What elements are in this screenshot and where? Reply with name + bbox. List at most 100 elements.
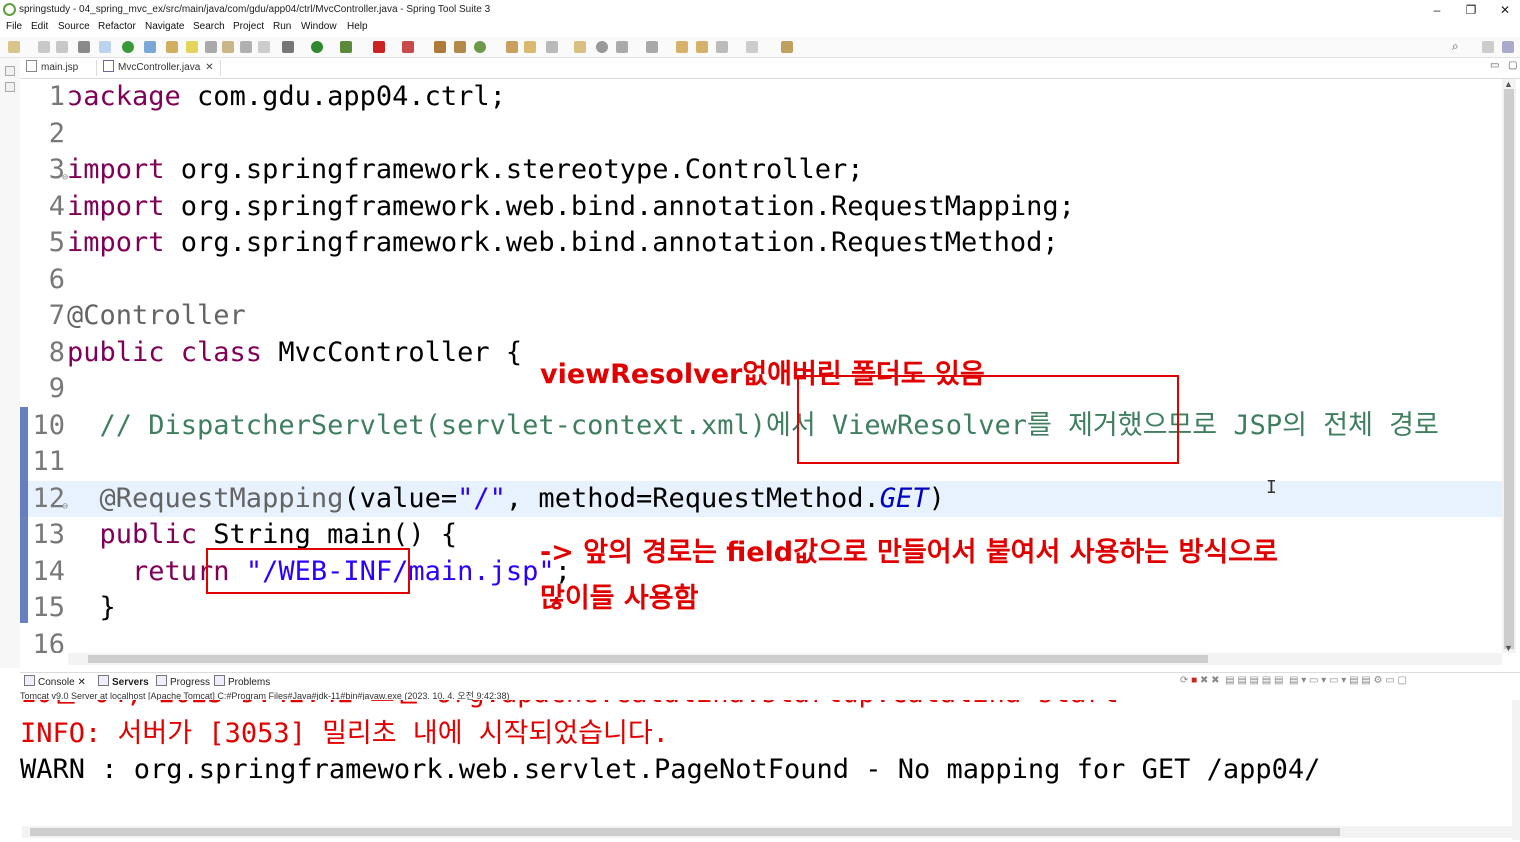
console-output[interactable]: 10월 04, 2023 9:42:42 오전 org.apache.catal… [20,700,1512,825]
new-icon[interactable] [8,41,20,53]
menu-run[interactable]: Run [273,21,291,32]
pilcrow-icon[interactable] [258,41,270,53]
code-token: org.springframework.web.bind.annotation.… [164,190,1075,222]
editor-horizontal-scrollbar[interactable] [68,653,1502,665]
new-class-icon[interactable] [474,41,486,53]
console-toolbar-icons[interactable]: ⟳ ■ ✖ ✖ ▤ ▤ ▤ ▤ ▤ ▤ ▾ ▭ ▾ ▭ ▾ ▤ ▤ ⚙ ▭ ▢ [1180,675,1407,686]
editor-tabs: main.jsp MvcController.java ✕ ▭ ▢ [20,58,1520,79]
search-tool-icon[interactable] [546,41,558,53]
window-title: springstudy - 04_spring_mvc_ex/src/main/… [19,4,491,15]
new-package-icon[interactable] [454,41,466,53]
code-text: ɔackage com.gdu.app04.ctrl; [67,79,506,115]
code-token: org.springframework.stereotype.Controlle… [164,154,864,185]
spring-app-icon [3,3,16,16]
code-text: } [67,590,116,626]
spring-boot-icon[interactable] [122,41,134,53]
code-token: GET [879,482,929,514]
console-line-info: INFO: 서버가 [3053] 밀리초 내에 시작되었습니다. [20,718,669,749]
close-tab-icon[interactable]: ✕ [205,62,213,73]
save-all-icon[interactable] [56,41,68,53]
terminal-icon[interactable] [78,41,90,53]
open-perspective-icon[interactable] [781,41,793,53]
maximize-button[interactable]: ❐ [1456,1,1486,19]
search-icon[interactable]: ⌕ [1452,39,1464,53]
editor-vertical-scrollbar[interactable]: ▲ ▼ [1502,79,1516,653]
perspective-spring-icon[interactable] [1502,41,1514,53]
skip-breakpoints-icon[interactable] [99,41,111,53]
open-type-icon[interactable] [166,41,178,53]
menu-search[interactable]: Search [193,21,225,32]
line-number: 11 [32,446,65,477]
format-icon[interactable] [240,41,252,53]
menu-navigate[interactable]: Navigate [145,21,184,32]
menu-project[interactable]: Project [233,21,264,32]
progress-icon [156,675,167,686]
tab-servers[interactable]: Servers [98,675,149,688]
console-horizontal-scrollbar[interactable] [22,826,1512,838]
problems-icon [214,675,225,686]
scrollbar-thumb[interactable] [1504,89,1514,649]
scrollbar-thumb[interactable] [88,655,1208,663]
open-folder-icon[interactable] [524,41,536,53]
scrollbar-thumb[interactable] [30,828,1340,836]
console-icon [24,675,35,686]
line-number: 2 [48,117,65,149]
debug-icon[interactable] [282,41,294,53]
mark-occurrences-icon[interactable] [186,41,198,53]
refresh-icon[interactable] [144,41,156,53]
task-icon[interactable] [574,41,586,53]
line-number: 4 [48,190,65,222]
tab-label: MvcController.java [118,62,201,73]
pin-icon[interactable] [696,41,708,53]
run-icon[interactable] [311,41,323,53]
tab-console[interactable]: Console ✕ [24,675,86,688]
scroll-up-icon[interactable]: ▲ [1504,79,1513,89]
forward-icon[interactable] [746,41,758,53]
open-project-icon[interactable] [506,41,518,53]
package-explorer-icon[interactable] [5,66,15,76]
back-icon[interactable] [716,41,728,53]
java-file-icon [103,60,114,72]
line-number: 14 [32,555,65,587]
block-select-icon[interactable] [205,41,217,53]
perspective-java-icon[interactable] [1482,41,1494,53]
code-text: @Controller [67,298,246,334]
external-tools-icon[interactable] [402,41,414,53]
close-button[interactable]: ✕ [1490,1,1520,19]
prev-annotation-icon[interactable] [646,41,658,53]
annotation-note-path-line1: -> 앞의 경로는 field값으로 만들어서 붙여서 사용하는 방식으로 [540,537,1278,568]
minimize-button[interactable]: – [1422,1,1452,19]
last-edit-icon[interactable] [676,41,688,53]
file-icon [26,60,37,72]
menu-edit[interactable]: Edit [31,21,48,32]
tab-problems[interactable]: Problems [214,675,270,688]
maximize-editor-icon[interactable]: ▢ [1508,60,1517,71]
code-token: import [67,190,165,222]
console-line-warn: WARN : org.springframework.web.servlet.P… [20,754,1321,785]
tab-main-jsp[interactable]: main.jsp [26,60,78,76]
title-bar: springstudy - 04_spring_mvc_ex/src/main/… [0,0,1520,20]
next-annotation-icon[interactable] [616,41,628,53]
menu-refactor[interactable]: Refactor [98,21,136,32]
new-java-project-icon[interactable] [434,41,446,53]
stop-icon[interactable] [373,41,385,53]
tab-mvccontroller-java[interactable]: MvcController.java ✕ [96,60,221,76]
console-vertical-scrollbar[interactable] [1512,700,1520,840]
menu-source[interactable]: Source [58,21,90,32]
minimize-editor-icon[interactable]: ▭ [1490,60,1499,71]
coverage-icon[interactable] [340,41,352,53]
annotation-note-viewresolver: viewResolver없애버린 폴더도 있음 [540,359,985,390]
code-token: public class [67,336,263,368]
save-icon[interactable] [38,41,50,53]
menu-help[interactable]: Help [347,21,368,32]
line-number: 10 [32,409,65,441]
code-text: @RequestMapping(value="/", method=Reques… [67,481,945,517]
show-whitespace-icon[interactable] [222,41,234,53]
outline-icon[interactable] [5,82,15,92]
menu-window[interactable]: Window [301,21,337,32]
scroll-down-icon[interactable]: ▼ [1504,643,1513,653]
tab-progress[interactable]: Progress [156,675,210,688]
globe-icon[interactable] [596,41,608,53]
menu-file[interactable]: File [6,21,22,32]
annotation-note-path-line2: 많이들 사용함 [540,583,699,614]
